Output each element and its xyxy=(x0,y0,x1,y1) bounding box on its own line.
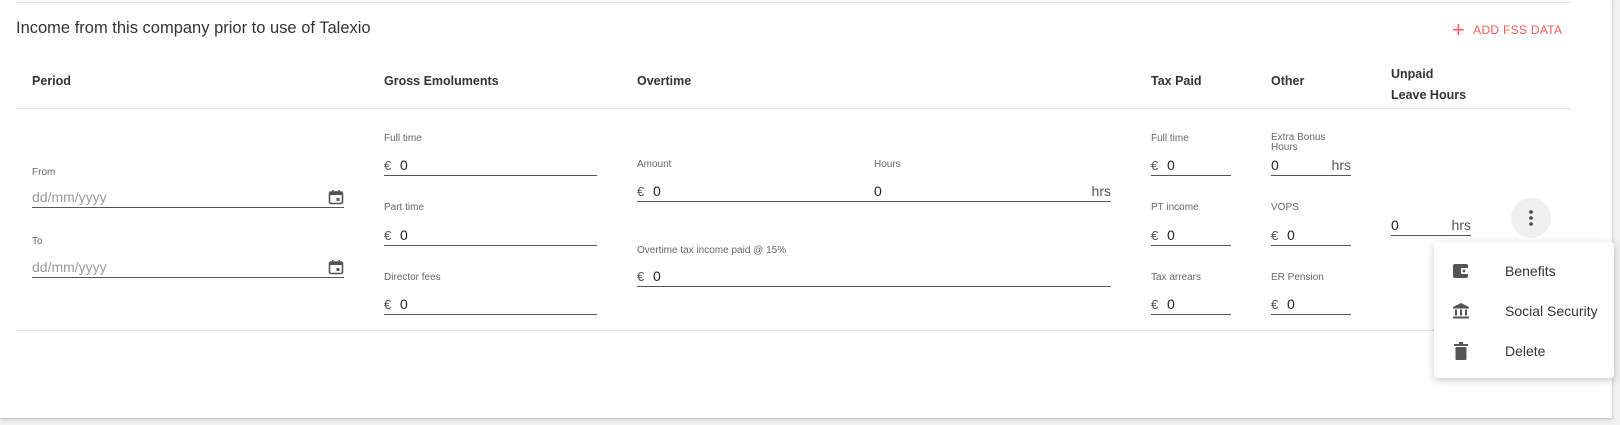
pt-income-value: 0 xyxy=(1167,227,1175,243)
currency-symbol: € xyxy=(1151,158,1159,173)
gross-part-time-label: Part time xyxy=(384,202,425,213)
overtime-tax-field[interactable]: € 0 xyxy=(637,263,1111,287)
menu-item-benefits[interactable]: Benefits xyxy=(1434,252,1614,290)
hours-unit: hrs xyxy=(1331,157,1351,173)
tax-arrears-label: Tax arrears xyxy=(1151,272,1202,283)
currency-symbol: € xyxy=(1151,297,1159,312)
extra-bonus-hours-field[interactable]: 0 hrs xyxy=(1271,152,1351,176)
director-fees-label: Director fees xyxy=(384,272,441,283)
overtime-hours-value: 0 xyxy=(874,183,882,199)
tax-arrears-value: 0 xyxy=(1167,296,1175,312)
from-date-field[interactable]: dd/mm/yyyy xyxy=(32,184,344,208)
row-divider xyxy=(16,330,1571,331)
overtime-amount-field[interactable]: € 0 xyxy=(637,178,859,202)
unpaid-leave-hours-value: 0 xyxy=(1391,217,1399,233)
pt-income-field[interactable]: € 0 xyxy=(1151,222,1231,246)
header-tax-paid: Tax Paid xyxy=(1151,74,1202,88)
vops-value: 0 xyxy=(1287,227,1295,243)
menu-item-delete-label: Delete xyxy=(1505,343,1546,359)
gross-full-time-field[interactable]: € 0 xyxy=(384,152,597,176)
header-unpaid-leave-hours: Unpaid Leave Hours xyxy=(1391,67,1467,102)
tax-full-time-label: Full time xyxy=(1151,133,1189,144)
currency-symbol: € xyxy=(1151,228,1159,243)
to-label: To xyxy=(32,236,43,247)
currency-symbol: € xyxy=(1271,297,1279,312)
bank-icon xyxy=(1451,302,1471,320)
header-other: Other xyxy=(1271,74,1305,88)
er-pension-field[interactable]: € 0 xyxy=(1271,291,1351,315)
row-actions-button[interactable] xyxy=(1511,198,1551,238)
header-overtime: Overtime xyxy=(637,74,692,88)
overtime-amount-label: Amount xyxy=(637,159,672,170)
plus-icon: + xyxy=(1452,17,1466,42)
menu-item-social-security[interactable]: Social Security xyxy=(1434,292,1614,330)
gross-part-time-field[interactable]: € 0 xyxy=(384,222,597,246)
calendar-icon[interactable] xyxy=(328,189,344,205)
more-vert-icon xyxy=(1529,210,1533,226)
add-fss-data-button[interactable]: + ADD FSS DATA xyxy=(1452,17,1563,42)
tax-full-time-field[interactable]: € 0 xyxy=(1151,152,1231,176)
extra-bonus-hours-value: 0 xyxy=(1271,157,1279,173)
from-date-placeholder: dd/mm/yyyy xyxy=(32,189,107,205)
trash-icon xyxy=(1451,342,1471,360)
calendar-icon[interactable] xyxy=(328,259,344,275)
wallet-icon xyxy=(1451,263,1471,279)
menu-item-benefits-label: Benefits xyxy=(1505,263,1556,279)
currency-symbol: € xyxy=(384,158,392,173)
income-card: Income from this company prior to use of… xyxy=(0,0,1612,418)
currency-symbol: € xyxy=(1271,228,1279,243)
director-fees-field[interactable]: € 0 xyxy=(384,291,597,315)
overtime-tax-value: 0 xyxy=(653,268,661,284)
overtime-hours-label: Hours xyxy=(874,159,901,170)
er-pension-value: 0 xyxy=(1287,296,1295,312)
currency-symbol: € xyxy=(637,269,645,284)
currency-symbol: € xyxy=(384,228,392,243)
director-fees-value: 0 xyxy=(400,296,408,312)
pt-income-label: PT income xyxy=(1151,202,1199,213)
extra-bonus-hours-label: Extra Bonus Hours xyxy=(1271,132,1326,153)
currency-symbol: € xyxy=(384,297,392,312)
header-divider xyxy=(16,108,1571,109)
section-title: Income from this company prior to use of… xyxy=(16,19,371,37)
vops-label: VOPS xyxy=(1271,202,1299,213)
hours-unit: hrs xyxy=(1451,217,1471,233)
gross-part-time-value: 0 xyxy=(400,227,408,243)
vops-field[interactable]: € 0 xyxy=(1271,222,1351,246)
overtime-hours-field[interactable]: 0 hrs xyxy=(859,178,1111,202)
menu-item-social-security-label: Social Security xyxy=(1505,303,1598,319)
gross-full-time-label: Full time xyxy=(384,133,422,144)
header-period: Period xyxy=(32,74,71,88)
currency-symbol: € xyxy=(637,184,645,199)
to-date-field[interactable]: dd/mm/yyyy xyxy=(32,254,344,278)
gross-full-time-value: 0 xyxy=(400,157,408,173)
tax-full-time-value: 0 xyxy=(1167,157,1175,173)
row-actions-menu: Benefits Social Security Delete xyxy=(1434,242,1614,378)
from-label: From xyxy=(32,167,56,178)
add-fss-data-label: ADD FSS DATA xyxy=(1473,23,1563,37)
overtime-tax-label: Overtime tax income paid @ 15% xyxy=(637,245,787,256)
tax-arrears-field[interactable]: € 0 xyxy=(1151,291,1231,315)
menu-item-delete[interactable]: Delete xyxy=(1434,332,1614,370)
unpaid-leave-hours-field[interactable]: 0 hrs xyxy=(1391,212,1471,236)
overtime-amount-value: 0 xyxy=(653,183,661,199)
er-pension-label: ER Pension xyxy=(1271,272,1324,283)
to-date-placeholder: dd/mm/yyyy xyxy=(32,259,107,275)
header-gross-emoluments: Gross Emoluments xyxy=(384,74,499,88)
top-divider xyxy=(16,2,1571,3)
hours-unit: hrs xyxy=(1091,183,1111,199)
